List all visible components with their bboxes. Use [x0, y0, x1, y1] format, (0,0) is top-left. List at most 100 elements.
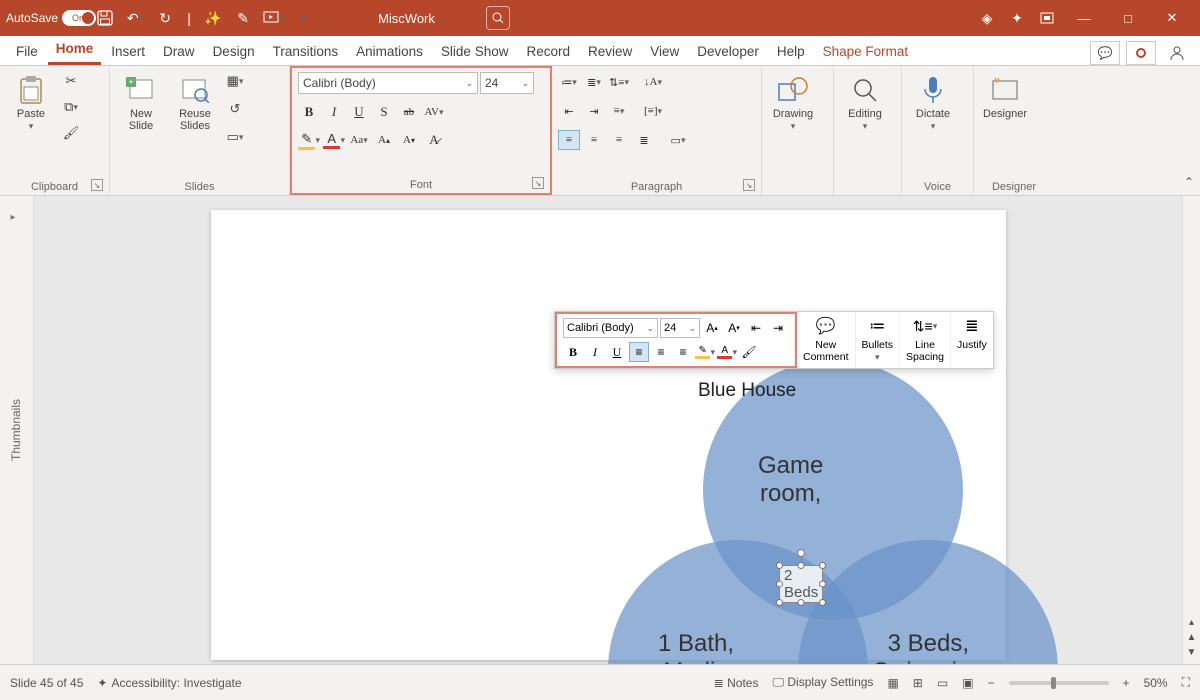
tab-help[interactable]: Help: [769, 40, 813, 65]
cut-icon[interactable]: ✂: [60, 70, 82, 92]
tab-transitions[interactable]: Transitions: [265, 40, 347, 65]
increase-indent-button[interactable]: ⇥: [583, 101, 605, 121]
qat-eyedropper-icon[interactable]: ✎: [228, 3, 258, 33]
char-spacing-button[interactable]: AV▾: [423, 102, 445, 122]
undo-icon[interactable]: ↶▾: [120, 3, 150, 33]
mini-align-right[interactable]: ≡: [673, 342, 693, 362]
tab-home[interactable]: Home: [48, 37, 102, 65]
label-blue-house[interactable]: Blue House: [698, 380, 796, 402]
grow-font-button[interactable]: A▴: [373, 130, 395, 150]
zoom-in-button[interactable]: +: [1123, 676, 1130, 690]
text-game-room[interactable]: Game room,: [758, 452, 823, 507]
zoom-slider[interactable]: [1009, 681, 1109, 685]
resize-handle[interactable]: [798, 599, 805, 606]
tab-shape-format[interactable]: Shape Format: [815, 40, 917, 65]
mini-increase-indent[interactable]: ⇥: [768, 318, 788, 338]
format-painter-icon[interactable]: 🖌: [60, 122, 82, 144]
expand-thumbnails-button[interactable]: ▸: [6, 202, 20, 232]
share-button[interactable]: [1162, 41, 1192, 65]
align-center-button[interactable]: ≡: [583, 130, 605, 150]
tab-animations[interactable]: Animations: [348, 40, 431, 65]
text-bath-media[interactable]: 1 Bath, Media room: [658, 630, 734, 664]
zoom-out-button[interactable]: −: [988, 676, 995, 690]
font-color-button[interactable]: A▾: [323, 130, 345, 150]
resize-handle[interactable]: [798, 562, 805, 569]
selected-textbox[interactable]: 2 Beds: [779, 565, 823, 603]
new-slide-button[interactable]: + New Slide: [116, 70, 166, 132]
notes-button[interactable]: ≣ Notes: [714, 676, 759, 690]
fit-window-button[interactable]: ⛶: [1182, 675, 1190, 690]
highlight-color-button[interactable]: ✎▾: [298, 130, 320, 150]
mini-new-comment[interactable]: 💬 New Comment: [797, 312, 856, 368]
resize-handle[interactable]: [819, 581, 826, 588]
strike-button[interactable]: ab: [398, 102, 420, 122]
bold-button[interactable]: B: [298, 102, 320, 122]
slide-area[interactable]: Blue House Green House Yellow House Game…: [34, 196, 1182, 664]
accessibility-status[interactable]: ✦Accessibility: Investigate: [97, 676, 241, 690]
tab-design[interactable]: Design: [205, 40, 263, 65]
copy-icon[interactable]: ⧉▾: [60, 96, 82, 118]
resize-handle[interactable]: [776, 599, 783, 606]
tab-file[interactable]: File: [8, 40, 46, 65]
mini-align-center[interactable]: ≡: [651, 342, 671, 362]
mini-format-painter[interactable]: 🖌: [739, 342, 759, 362]
editing-button[interactable]: Editing▾: [840, 70, 890, 132]
mini-grow-font[interactable]: A▴: [702, 318, 722, 338]
list-level-button[interactable]: ≡▾: [608, 101, 630, 121]
designer-button[interactable]: Designer: [980, 70, 1030, 120]
dictate-button[interactable]: Dictate▾: [908, 70, 958, 132]
vertical-scrollbar[interactable]: ▴ ▲ ▼: [1182, 196, 1200, 664]
slide-canvas[interactable]: Blue House Green House Yellow House Game…: [211, 210, 1006, 660]
rotate-handle-icon[interactable]: [797, 549, 805, 557]
tab-draw[interactable]: Draw: [155, 40, 203, 65]
mini-font-color[interactable]: A▾: [717, 342, 737, 362]
zoom-level[interactable]: 50%: [1144, 676, 1168, 690]
clear-format-button[interactable]: A̷: [423, 130, 445, 150]
view-reading-icon[interactable]: ▭: [937, 676, 948, 690]
reset-icon[interactable]: ↺: [224, 98, 246, 120]
prev-slide-button[interactable]: ▴: [1189, 617, 1194, 628]
mini-align-left[interactable]: ≡: [629, 342, 649, 362]
mini-justify[interactable]: ≣ Justify: [951, 312, 993, 368]
align-right-button[interactable]: ≡: [608, 130, 630, 150]
align-text-button[interactable]: [≡]▾: [642, 101, 664, 121]
window-mode-icon[interactable]: [1032, 3, 1062, 33]
autosave-toggle[interactable]: AutoSave On: [6, 10, 84, 26]
tab-record[interactable]: Record: [518, 40, 578, 65]
font-launcher[interactable]: ↘: [532, 177, 544, 189]
align-left-button[interactable]: ≡: [558, 130, 580, 150]
comments-pane-button[interactable]: 💬: [1090, 41, 1120, 65]
minimize-button[interactable]: ―: [1062, 0, 1106, 36]
maximize-button[interactable]: □: [1106, 0, 1150, 36]
tab-review[interactable]: Review: [580, 40, 640, 65]
shadow-button[interactable]: S: [373, 102, 395, 122]
justify-button[interactable]: ≣: [633, 130, 655, 150]
slide-counter[interactable]: Slide 45 of 45: [10, 676, 83, 690]
tab-view[interactable]: View: [642, 40, 687, 65]
line-spacing-button[interactable]: ⇅≡▾: [608, 72, 630, 92]
drawing-button[interactable]: Drawing▾: [768, 70, 818, 132]
paste-button[interactable]: Paste▾: [6, 70, 56, 132]
qat-icon-1[interactable]: ✨: [198, 3, 228, 33]
qat-overflow-icon[interactable]: ▾: [288, 3, 318, 33]
mini-underline[interactable]: U: [607, 342, 627, 362]
numbering-button[interactable]: ≣▾: [583, 72, 605, 92]
tab-insert[interactable]: Insert: [103, 40, 153, 65]
qat-present-icon[interactable]: ▾: [258, 3, 288, 33]
scroll-down-icon[interactable]: ▼: [1187, 647, 1197, 658]
layout-icon[interactable]: ▦▾: [224, 70, 246, 92]
mini-font-name[interactable]: Calibri (Body)⌄: [563, 318, 658, 338]
clipboard-launcher[interactable]: ↘: [91, 179, 103, 191]
shrink-font-button[interactable]: A▾: [398, 130, 420, 150]
paragraph-launcher[interactable]: ↘: [743, 179, 755, 191]
view-sorter-icon[interactable]: ⊞: [913, 676, 923, 690]
smartart-button[interactable]: ▭▾: [667, 130, 689, 150]
tab-slideshow[interactable]: Slide Show: [433, 40, 517, 65]
sparkle-icon[interactable]: ✦: [1002, 3, 1032, 33]
mini-bullets[interactable]: ≔ Bullets▾: [856, 312, 901, 368]
document-title[interactable]: MiscWork⌄: [378, 11, 446, 26]
mini-font-size[interactable]: 24⌄: [660, 318, 700, 338]
reuse-slides-button[interactable]: Reuse Slides: [170, 70, 220, 132]
decrease-indent-button[interactable]: ⇤: [558, 101, 580, 121]
mini-bold[interactable]: B: [563, 342, 583, 362]
